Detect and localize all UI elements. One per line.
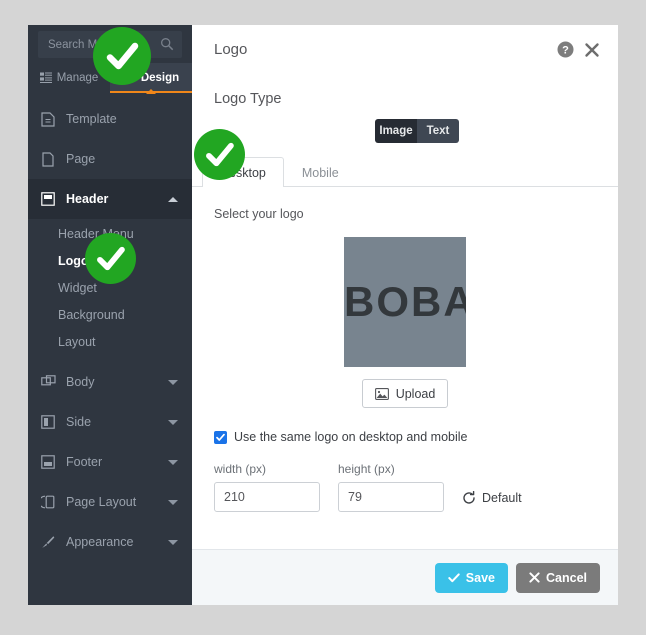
cancel-button[interactable]: Cancel xyxy=(516,562,600,593)
chevron-down-icon xyxy=(168,499,178,505)
sidebar-subnav-header: Header Menu Logo Widget Background Layou… xyxy=(28,219,192,362)
chevron-down-icon xyxy=(168,419,178,425)
sidebar-subitem-widget[interactable]: Widget xyxy=(28,275,192,302)
svg-text:?: ? xyxy=(562,45,569,57)
sidebar-item-header-label: Header xyxy=(66,192,109,206)
tab-desktop[interactable]: Desktop xyxy=(202,157,284,187)
logo-type-image-button[interactable]: Image xyxy=(375,119,417,143)
sidebar-item-template-label: Template xyxy=(66,112,117,126)
sidebar-tab-design-label: Design xyxy=(140,72,180,84)
sidebar-item-side[interactable]: Side xyxy=(28,402,192,442)
desktop-pane: Select your logo BOBA Upload Use the sam… xyxy=(192,207,618,512)
height-group: height (px) xyxy=(338,462,444,512)
upload-button[interactable]: Upload xyxy=(361,379,449,408)
same-logo-checkbox-label: Use the same logo on desktop and mobile xyxy=(234,430,468,444)
template-icon xyxy=(40,111,56,127)
device-tabs: Desktop Mobile xyxy=(192,157,618,187)
active-tab-caret xyxy=(146,89,156,94)
search-box[interactable] xyxy=(38,31,182,58)
sidebar: Manage Design Template xyxy=(28,25,192,605)
close-icon[interactable] xyxy=(584,42,600,58)
sidebar-tab-manage-label: Manage xyxy=(56,72,99,84)
panel-header-actions: ? xyxy=(557,41,600,58)
width-label: width (px) xyxy=(214,462,267,476)
same-logo-checkbox-row[interactable]: Use the same logo on desktop and mobile xyxy=(214,430,596,444)
select-logo-label: Select your logo xyxy=(214,207,304,221)
save-button[interactable]: Save xyxy=(434,562,508,593)
sidebar-item-footer[interactable]: Footer xyxy=(28,442,192,482)
check-icon xyxy=(216,433,225,441)
page-layout-icon xyxy=(40,494,56,510)
sidebar-nav: Template Page Header Header Menu Logo Wi… xyxy=(28,93,192,562)
app-window: Manage Design Template xyxy=(28,25,618,605)
panel-footer: Save Cancel xyxy=(192,549,618,605)
list-icon xyxy=(39,72,52,83)
refresh-icon xyxy=(463,491,475,504)
section-title-logo-type: Logo Type xyxy=(214,91,282,107)
page-title: Logo xyxy=(214,41,248,58)
sidebar-item-appearance-label: Appearance xyxy=(66,535,134,549)
default-button-label: Default xyxy=(482,491,522,505)
sidebar-item-footer-label: Footer xyxy=(66,455,103,469)
sidebar-subitem-logo[interactable]: Logo xyxy=(28,248,192,275)
sidebar-item-side-label: Side xyxy=(66,415,92,429)
logo-preview-image: BOBA xyxy=(344,237,466,367)
sidebar-tabs: Manage Design xyxy=(28,63,192,94)
save-button-label: Save xyxy=(465,570,495,585)
logo-preview-container: BOBA xyxy=(214,237,596,367)
logo-type-toggle: Image Text xyxy=(375,119,459,143)
sidebar-subitem-layout[interactable]: Layout xyxy=(28,329,192,356)
chevron-up-icon xyxy=(168,196,178,202)
brush-icon xyxy=(40,534,56,550)
sidebar-item-appearance[interactable]: Appearance xyxy=(28,522,192,562)
logo-preview-text: BOBA xyxy=(344,278,466,325)
sidebar-item-page-label: Page xyxy=(66,152,96,166)
sidebar-item-page-layout-label: Page Layout xyxy=(66,495,137,509)
width-group: width (px) xyxy=(214,462,320,512)
footer-icon xyxy=(40,454,56,470)
same-logo-checkbox[interactable] xyxy=(214,430,227,444)
height-label: height (px) xyxy=(338,462,395,476)
sidebar-item-body[interactable]: Body xyxy=(28,362,192,402)
page-icon xyxy=(40,151,56,167)
sidebar-item-body-label: Body xyxy=(66,375,95,389)
sidebar-item-page-layout[interactable]: Page Layout xyxy=(28,482,192,522)
search-container xyxy=(28,25,192,63)
x-icon xyxy=(529,572,540,583)
check-icon xyxy=(448,572,460,582)
logo-type-text-button[interactable]: Text xyxy=(417,119,459,143)
dimension-fields: width (px) height (px) Default xyxy=(214,462,596,512)
chevron-down-icon xyxy=(168,459,178,465)
chevron-down-icon xyxy=(168,379,178,385)
sidebar-subitem-header-menu[interactable]: Header Menu xyxy=(28,221,192,248)
sidebar-item-page[interactable]: Page xyxy=(28,139,192,179)
sidebar-item-template[interactable]: Template xyxy=(28,99,192,139)
tab-mobile[interactable]: Mobile xyxy=(284,157,357,187)
upload-button-label: Upload xyxy=(395,386,436,401)
sidebar-subitem-background[interactable]: Background xyxy=(28,302,192,329)
panel-body: Logo Type Image Text Desktop Mobile Sele… xyxy=(192,77,618,549)
logo-settings-panel: Logo ? Logo Type Image Text Desktop Mobi… xyxy=(192,25,618,605)
panel-header: Logo ? xyxy=(192,25,618,77)
sidebar-item-header[interactable]: Header xyxy=(28,179,192,219)
upload-container: Upload xyxy=(214,379,596,408)
side-icon xyxy=(40,414,56,430)
help-icon[interactable]: ? xyxy=(557,41,574,58)
image-icon xyxy=(374,387,389,400)
brush-icon xyxy=(124,72,136,84)
search-icon xyxy=(161,38,174,51)
cancel-button-label: Cancel xyxy=(546,570,587,585)
chevron-down-icon xyxy=(168,539,178,545)
width-input[interactable] xyxy=(214,482,320,512)
sidebar-tab-manage[interactable]: Manage xyxy=(28,63,110,93)
default-button[interactable]: Default xyxy=(462,491,522,512)
height-input[interactable] xyxy=(338,482,444,512)
sidebar-tab-design[interactable]: Design xyxy=(110,63,192,94)
body-icon xyxy=(40,374,56,390)
header-icon xyxy=(40,191,56,207)
